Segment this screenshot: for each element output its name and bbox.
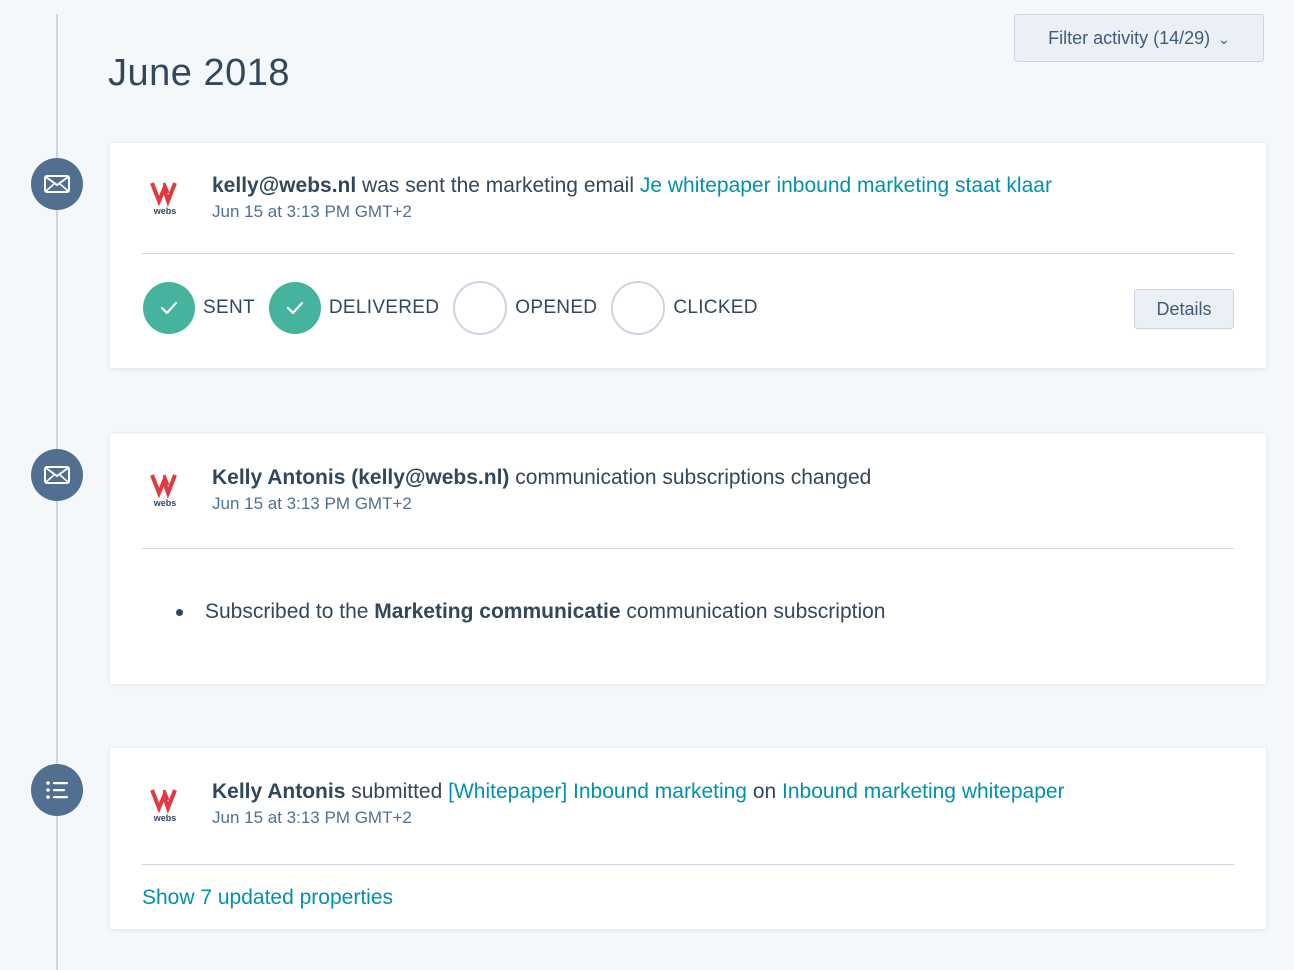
activity-actor: Kelly Antonis (kelly@webs.nl) xyxy=(212,466,510,489)
webs-logo: webs xyxy=(150,179,186,219)
activity-actor: Kelly Antonis xyxy=(212,780,346,803)
page-link[interactable]: Inbound marketing whitepaper xyxy=(782,780,1065,803)
status-clicked: CLICKED xyxy=(611,281,757,335)
chevron-down-icon: ⌄ xyxy=(1218,31,1230,47)
activity-actor: kelly@webs.nl xyxy=(212,174,357,197)
activity-timestamp: Jun 15 at 3:13 PM GMT+2 xyxy=(212,202,412,221)
webs-logo: webs xyxy=(150,471,186,511)
status-label: SENT xyxy=(203,297,255,318)
activity-headline: Kelly Antonis (kelly@webs.nl) communicat… xyxy=(212,466,871,490)
activity-headline: Kelly Antonis submitted [Whitepaper] Inb… xyxy=(212,780,1065,804)
on-word: on xyxy=(752,780,777,803)
show-updated-properties-link[interactable]: Show 7 updated properties xyxy=(142,886,393,910)
form-list-icon xyxy=(31,764,83,816)
subscription-list-item: Subscribed to the Marketing communicatie… xyxy=(176,600,885,624)
activity-timestamp: Jun 15 at 3:13 PM GMT+2 xyxy=(212,494,412,513)
webs-logo-text: webs xyxy=(153,206,177,216)
filter-activity-button[interactable]: Filter activity (14/29) ⌄ xyxy=(1014,14,1264,62)
activity-headline: kelly@webs.nl was sent the marketing ema… xyxy=(212,174,1052,198)
divider xyxy=(142,864,1234,865)
activity-card-form: webs Kelly Antonis submitted [Whitepaper… xyxy=(110,748,1266,929)
activity-card-email: webs kelly@webs.nl was sent the marketin… xyxy=(110,143,1266,368)
activity-action: submitted xyxy=(351,780,443,803)
subscription-name: Marketing communicatie xyxy=(374,600,621,623)
bullet-suffix: communication subscription xyxy=(626,600,886,623)
envelope-icon xyxy=(31,158,83,210)
check-icon xyxy=(268,282,321,334)
bullet-prefix: Subscribed to the xyxy=(205,600,369,623)
bullet-icon xyxy=(176,608,183,616)
status-delivered: DELIVERED xyxy=(268,282,440,334)
activity-action: was sent the marketing email xyxy=(362,174,635,197)
status-label: OPENED xyxy=(515,297,598,318)
email-status-row: SENT DELIVERED OPENED CLICKED xyxy=(143,281,772,335)
filter-activity-label: Filter activity (14/29) xyxy=(1048,27,1211,48)
empty-circle-icon xyxy=(453,281,508,335)
empty-circle-icon xyxy=(611,281,666,335)
activity-card-subscription: webs Kelly Antonis (kelly@webs.nl) commu… xyxy=(110,434,1266,684)
activity-action: communication subscriptions changed xyxy=(515,466,872,489)
webs-logo-text: webs xyxy=(153,813,177,823)
envelope-icon xyxy=(31,449,83,501)
status-label: CLICKED xyxy=(673,297,758,318)
activity-timestamp: Jun 15 at 3:13 PM GMT+2 xyxy=(212,808,412,827)
status-label: DELIVERED xyxy=(328,297,440,318)
details-button[interactable]: Details xyxy=(1134,289,1234,329)
check-icon xyxy=(143,282,195,334)
divider xyxy=(142,253,1234,254)
email-link[interactable]: Je whitepaper inbound marketing staat kl… xyxy=(640,174,1052,197)
webs-logo-text: webs xyxy=(153,498,177,508)
status-opened: OPENED xyxy=(453,281,597,335)
divider xyxy=(142,548,1234,549)
form-link[interactable]: [Whitepaper] Inbound marketing xyxy=(448,780,747,803)
webs-logo: webs xyxy=(150,786,186,826)
status-sent: SENT xyxy=(143,282,255,334)
month-heading: June 2018 xyxy=(108,52,290,94)
